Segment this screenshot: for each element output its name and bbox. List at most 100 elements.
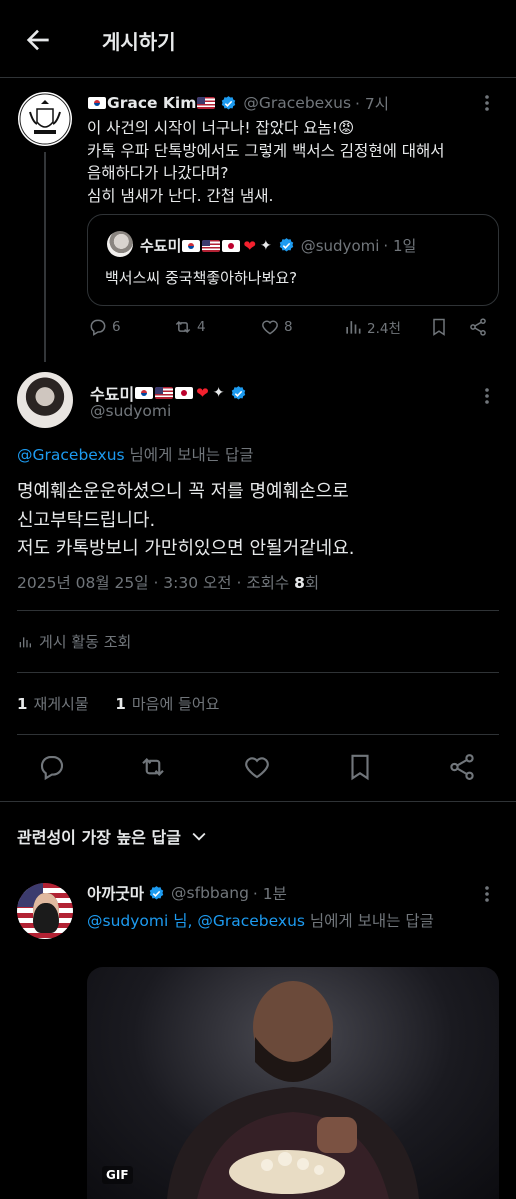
korea-flag-icon (88, 97, 106, 109)
display-name[interactable]: Grace Kim (107, 94, 196, 112)
views-chart-icon (346, 321, 361, 334)
view-suffix: 회 (304, 574, 320, 592)
post-activity-link[interactable]: 게시 활동 조회 (17, 631, 131, 652)
views-button[interactable]: 2.4천 (343, 317, 401, 337)
tweet-text: 명예훼손운운하셨으니 꼭 저를 명예훼손으로 신고부탁드립니다. 저도 카톡방보… (17, 478, 355, 564)
bookmark-icon[interactable] (345, 752, 375, 782)
back-arrow-icon[interactable] (22, 24, 54, 56)
divider (17, 610, 499, 611)
heart-icon[interactable] (242, 752, 272, 782)
tweet-line: 저도 카톡방보니 가만히있으면 안될거같네요. (17, 538, 355, 559)
bookmark-button[interactable] (429, 317, 453, 337)
heart-emoji-icon: ❤ (196, 384, 209, 402)
repost-icon[interactable] (138, 752, 168, 782)
quoted-text: 백서스씨 중국책좋아하나봐요? (105, 269, 298, 287)
more-options-icon[interactable] (477, 386, 497, 406)
tweet-text: 이 사건의 시작이 너구나! 잡았다 요놈!😡 카톡 우파 단톡방에서도 그렇게… (87, 117, 445, 207)
quoted-display-name: 수됴미 (140, 237, 182, 255)
handle[interactable]: @Gracebexus (243, 94, 351, 112)
verified-badge-icon (279, 238, 293, 252)
timestamp[interactable]: · 1분 (253, 882, 287, 904)
tweet-line: 명예훼손운운하셨으니 꼭 저를 명예훼손으로 (17, 481, 349, 502)
mention-separator: 님, (168, 912, 198, 930)
crest-logo-icon (19, 93, 71, 145)
quoted-avatar (107, 231, 133, 257)
more-options-icon[interactable] (477, 884, 497, 904)
verified-badge-icon (232, 385, 246, 400)
quoted-handle: @sudyomi (300, 236, 380, 255)
parent-action-bar: 6 4 8 2.4천 (88, 317, 488, 345)
handle[interactable]: @sfbbang (171, 884, 249, 902)
reply-icon (90, 319, 106, 336)
bookmark-icon (433, 318, 445, 336)
tweet-line: 신고부탁드립니다. (17, 509, 156, 531)
heart-emoji-icon: ❤ (243, 236, 256, 255)
mention-link[interactable]: @sudyomi (87, 912, 168, 930)
sort-label: 관련성이 가장 높은 답글 (17, 828, 181, 847)
replying-to-label: 님에게 보내는 답글 (124, 446, 254, 464)
avatar[interactable] (17, 372, 73, 428)
mention-link[interactable]: @Gracebexus (17, 446, 125, 464)
share-button[interactable] (468, 317, 492, 337)
display-name[interactable]: 아까굿마 (87, 882, 144, 904)
like-stat[interactable]: 1 마음에 들어요 (115, 695, 219, 713)
reply-icon[interactable] (37, 752, 67, 782)
parent-tweet-header: Grace Kim @Gracebexus · 7시 (87, 92, 389, 114)
gif-media[interactable] (87, 967, 499, 1199)
quoted-header: 수됴미 ❤ ✦ @sudyomi · 1일 (140, 235, 416, 256)
page-title: 게시하기 (102, 30, 176, 54)
dove-emoji-icon: ✦ (212, 385, 225, 401)
repost-button[interactable]: 4 (173, 317, 206, 337)
timestamp[interactable]: · 7시 (355, 92, 389, 114)
heart-icon (262, 320, 278, 335)
reply-tweet-header: 아까굿마 @sfbbang · 1분 (87, 882, 287, 904)
tweet-line: 카톡 우파 단톡방에서도 그렇게 백서스 김정현에 대해서 (87, 141, 445, 160)
reply-button[interactable]: 6 (88, 317, 121, 337)
tweet-line: 심히 냄새가 난다. 간첩 냄새. (87, 186, 274, 205)
us-flag-icon (202, 239, 221, 252)
avatar[interactable] (18, 92, 72, 146)
quoted-tweet[interactable]: 수됴미 ❤ ✦ @sudyomi · 1일 백서스씨 중국책좋아하나봐요? (87, 214, 499, 306)
thread-line (44, 152, 46, 362)
tweet-line: 음해하다가 나갔다며? (87, 164, 229, 182)
replying-to: @Gracebexus 님에게 보내는 답글 (17, 443, 254, 465)
view-count: 8 (294, 574, 305, 592)
activity-chart-icon (19, 636, 31, 647)
engagement-stats: 1 재게시물 1 마음에 들어요 (17, 693, 219, 714)
divider (17, 734, 499, 735)
share-icon[interactable] (447, 752, 477, 782)
share-icon (470, 318, 486, 336)
repost-icon (175, 320, 191, 334)
japan-flag-icon (175, 387, 194, 399)
chevron-down-icon (192, 832, 206, 841)
us-flag-icon (155, 387, 174, 399)
repost-stat[interactable]: 1 재게시물 (17, 695, 89, 713)
tweet-line: 이 사건의 시작이 너구나! 잡았다 요놈!😡 (87, 119, 355, 137)
gif-badge: GIF (102, 1166, 133, 1184)
timestamp: 2025년 08월 25일 · 3:30 오전 · 조회수 (17, 574, 295, 592)
korea-flag-icon (135, 387, 154, 399)
reply-sort-dropdown[interactable]: 관련성이 가장 높은 답글 (17, 824, 209, 848)
like-count: 8 (284, 319, 293, 335)
reply-count: 6 (112, 319, 121, 335)
japan-flag-icon (222, 239, 241, 252)
verified-badge-icon (149, 885, 164, 900)
handle[interactable]: @sudyomi (90, 402, 171, 420)
divider (0, 801, 516, 802)
more-options-icon[interactable] (477, 93, 497, 113)
replying-to-label: 님에게 보내는 답글 (304, 912, 434, 930)
mention-link[interactable]: @Gracebexus (197, 912, 305, 930)
verified-badge-icon (222, 95, 236, 110)
like-button[interactable]: 8 (260, 317, 293, 337)
dove-emoji-icon: ✦ (259, 237, 272, 254)
view-count: 2.4천 (367, 321, 401, 337)
us-flag-icon (197, 97, 216, 109)
replying-to: @sudyomi 님, @Gracebexus 님에게 보내는 답글 (87, 909, 434, 931)
main-action-bar (0, 752, 516, 786)
korea-flag-icon (182, 239, 201, 252)
repost-count: 4 (197, 319, 206, 335)
avatar[interactable] (17, 883, 73, 939)
gif-preview-image (167, 981, 419, 1199)
top-bar: 게시하기 (0, 0, 516, 78)
quoted-timestamp: · 1일 (383, 237, 417, 255)
